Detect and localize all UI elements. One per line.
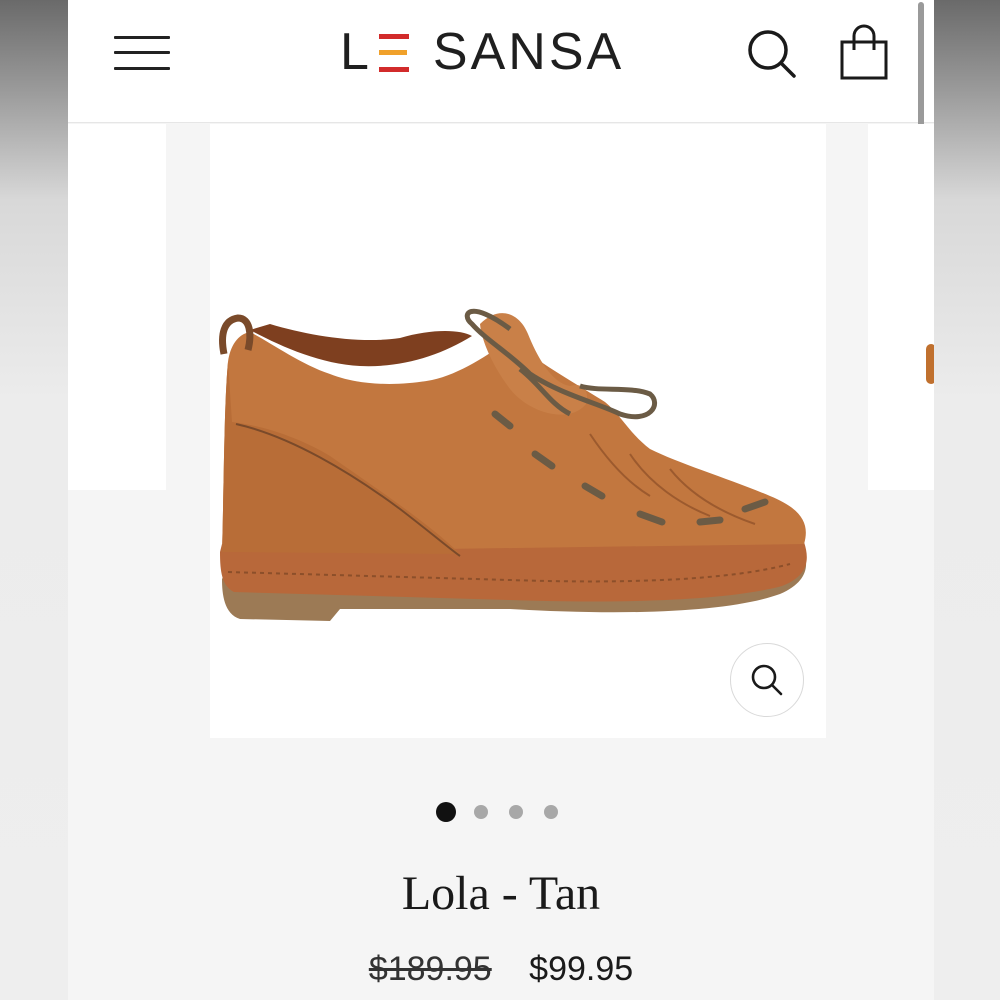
cart-button[interactable] xyxy=(836,22,892,82)
slide-indicator xyxy=(436,802,579,822)
slide-dot-1[interactable] xyxy=(436,802,456,822)
previous-slide-preview[interactable] xyxy=(68,124,166,490)
site-header: L SANSA xyxy=(68,0,934,123)
next-slide-preview[interactable] xyxy=(868,124,934,490)
hamburger-icon-line xyxy=(114,51,170,54)
menu-button[interactable] xyxy=(114,30,172,74)
sale-price: $99.95 xyxy=(529,950,634,988)
logo-letter: L xyxy=(340,23,371,81)
next-slide-shoe-peek xyxy=(926,344,934,384)
slide-dot-3[interactable] xyxy=(509,805,523,819)
site-logo[interactable]: L SANSA xyxy=(340,22,624,82)
search-button[interactable] xyxy=(744,26,800,82)
zoom-icon xyxy=(751,664,783,696)
slide-dot-2[interactable] xyxy=(474,805,488,819)
blurred-background-left xyxy=(0,0,68,1000)
search-icon xyxy=(748,30,796,78)
slide-dot-4[interactable] xyxy=(544,805,558,819)
mobile-page: L SANSA Lola - Tan $189.95 $99.95 xyxy=(68,0,934,1000)
product-title: Lola - Tan xyxy=(401,867,601,920)
shopping-bag-icon xyxy=(840,24,888,80)
hamburger-icon xyxy=(114,36,170,39)
blurred-background-right xyxy=(934,0,1000,1000)
price-block: $189.95 $99.95 xyxy=(68,950,934,989)
original-price: $189.95 xyxy=(368,950,492,988)
zoom-button[interactable] xyxy=(730,643,804,717)
logo-name: SANSA xyxy=(432,23,625,81)
hamburger-icon-line xyxy=(114,67,170,70)
logo-e-mark xyxy=(378,32,411,74)
